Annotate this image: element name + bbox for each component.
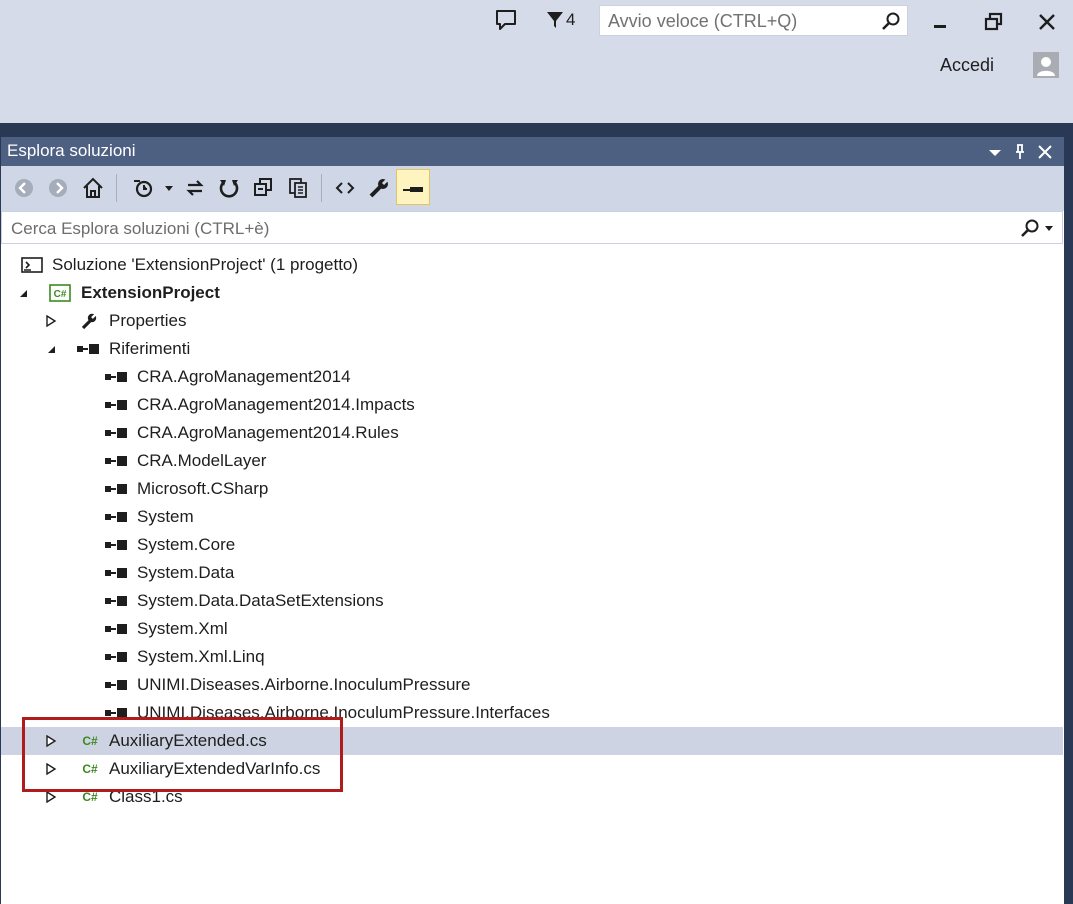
- tree-item-label: System: [137, 507, 194, 526]
- reference-icon: [105, 428, 127, 438]
- tree-item-reference[interactable]: System.Data: [1, 559, 1063, 587]
- title-bar: 4 Accedi: [0, 0, 1073, 123]
- tree-item-reference[interactable]: System.Core: [1, 531, 1063, 559]
- search-options-dropdown-icon[interactable]: [1045, 226, 1053, 231]
- tree-item-label: Properties: [109, 311, 187, 330]
- sync-icon[interactable]: [183, 176, 207, 200]
- preview-icon: [403, 187, 423, 192]
- tree-item-solution[interactable]: Soluzione 'ExtensionProject' (1 progetto…: [1, 251, 1063, 279]
- home-icon[interactable]: [81, 176, 105, 200]
- tree-item-label: System.Xml.Linq: [137, 647, 265, 666]
- solution-explorer-toolbar: [1, 166, 1064, 211]
- properties-wrench-icon[interactable]: [367, 176, 391, 200]
- tree-item-label: Soluzione 'ExtensionProject' (1 progetto…: [52, 255, 359, 274]
- collapsed-arrow-icon[interactable]: [45, 315, 57, 327]
- tree-item-label: System.Data: [137, 563, 235, 582]
- tree-item-label: Riferimenti: [109, 339, 191, 358]
- forward-icon[interactable]: [46, 176, 70, 200]
- chevron-down-icon[interactable]: [157, 176, 181, 200]
- quick-launch-input[interactable]: [606, 6, 880, 37]
- pane-menu-dropdown-icon[interactable]: [986, 143, 1004, 161]
- csharp-project-icon: C#: [49, 284, 71, 302]
- solution-icon: [21, 257, 43, 273]
- tree-item-label: System.Xml: [137, 619, 228, 638]
- collapse-all-icon[interactable]: [251, 176, 275, 200]
- preview-toggle-button[interactable]: [396, 169, 430, 205]
- svg-text:C#: C#: [82, 790, 98, 804]
- expanded-arrow-icon[interactable]: [45, 343, 57, 355]
- tree-item-label: UNIMI.Diseases.Airborne.InoculumPressure: [137, 675, 471, 694]
- solution-search-input[interactable]: [9, 214, 913, 243]
- pending-changes-icon[interactable]: [131, 176, 155, 200]
- tree-item-reference[interactable]: CRA.AgroManagement2014: [1, 363, 1063, 391]
- highlight-annotation: [22, 717, 343, 792]
- reference-icon: [105, 512, 127, 522]
- reference-icon: [105, 456, 127, 466]
- tree-item-reference[interactable]: System.Xml.Linq: [1, 643, 1063, 671]
- svg-text:C#: C#: [54, 289, 67, 300]
- tree-item-label: ExtensionProject: [81, 283, 220, 302]
- tree-item-label: CRA.AgroManagement2014.Rules: [137, 423, 399, 442]
- notification-count[interactable]: 4: [566, 10, 575, 30]
- tree-item-reference[interactable]: System.Data.DataSetExtensions: [1, 587, 1063, 615]
- reference-icon: [105, 400, 127, 410]
- sign-in-link[interactable]: Accedi: [940, 55, 994, 76]
- collapsed-arrow-icon[interactable]: [45, 791, 57, 803]
- expanded-arrow-icon[interactable]: [17, 287, 29, 299]
- tree-item-reference[interactable]: CRA.AgroManagement2014.Impacts: [1, 391, 1063, 419]
- reference-icon: [105, 372, 127, 382]
- pane-header: Esplora soluzioni: [1, 137, 1064, 166]
- feedback-icon[interactable]: [493, 8, 519, 32]
- toolbar-separator: [321, 174, 322, 202]
- tree-item-reference[interactable]: System.Xml: [1, 615, 1063, 643]
- close-pane-icon[interactable]: [1036, 143, 1054, 161]
- search-icon[interactable]: [881, 11, 901, 31]
- tree-item-label: CRA.ModelLayer: [137, 451, 267, 470]
- tree-item-properties[interactable]: Properties: [1, 307, 1063, 335]
- minimize-icon[interactable]: [928, 10, 952, 34]
- tree-item-label: Microsoft.CSharp: [137, 479, 269, 498]
- reference-icon: [105, 540, 127, 550]
- tree-item-project[interactable]: C# ExtensionProject: [1, 279, 1063, 307]
- tree-item-reference[interactable]: Microsoft.CSharp: [1, 475, 1063, 503]
- close-icon[interactable]: [1035, 10, 1059, 34]
- reference-icon: [105, 596, 127, 606]
- avatar[interactable]: [1033, 52, 1059, 78]
- view-code-icon[interactable]: [333, 176, 357, 200]
- search-icon[interactable]: [1020, 218, 1040, 238]
- tree-item-references[interactable]: Riferimenti: [1, 335, 1063, 363]
- tree-item-label: CRA.AgroManagement2014.Impacts: [137, 395, 415, 414]
- tree-item-label: System.Data.DataSetExtensions: [137, 591, 384, 610]
- tree-item-reference[interactable]: CRA.ModelLayer: [1, 447, 1063, 475]
- pin-icon[interactable]: [1011, 143, 1029, 161]
- tree-item-label: System.Core: [137, 535, 236, 554]
- tree-item-label: CRA.AgroManagement2014: [137, 367, 351, 386]
- restore-icon[interactable]: [982, 10, 1006, 34]
- tree-item-reference[interactable]: UNIMI.Diseases.Airborne.InoculumPressure: [1, 671, 1063, 699]
- references-icon: [77, 344, 99, 354]
- quick-launch-box[interactable]: [599, 5, 908, 37]
- solution-search-box[interactable]: [1, 211, 1063, 244]
- reference-icon: [105, 484, 127, 494]
- tree-item-reference[interactable]: CRA.AgroManagement2014.Rules: [1, 419, 1063, 447]
- reference-icon: [105, 652, 127, 662]
- notification-flag-icon[interactable]: [545, 10, 565, 30]
- tree-item-reference[interactable]: System: [1, 503, 1063, 531]
- user-icon: [1037, 57, 1055, 76]
- reference-icon: [105, 624, 127, 634]
- reference-icon: [105, 680, 127, 690]
- reference-icon: [105, 568, 127, 578]
- toolbar-separator: [116, 174, 117, 202]
- wrench-icon: [81, 313, 97, 330]
- show-all-files-icon[interactable]: [286, 176, 310, 200]
- refresh-icon[interactable]: [217, 176, 241, 200]
- pane-title: Esplora soluzioni: [7, 141, 136, 160]
- back-icon[interactable]: [12, 176, 36, 200]
